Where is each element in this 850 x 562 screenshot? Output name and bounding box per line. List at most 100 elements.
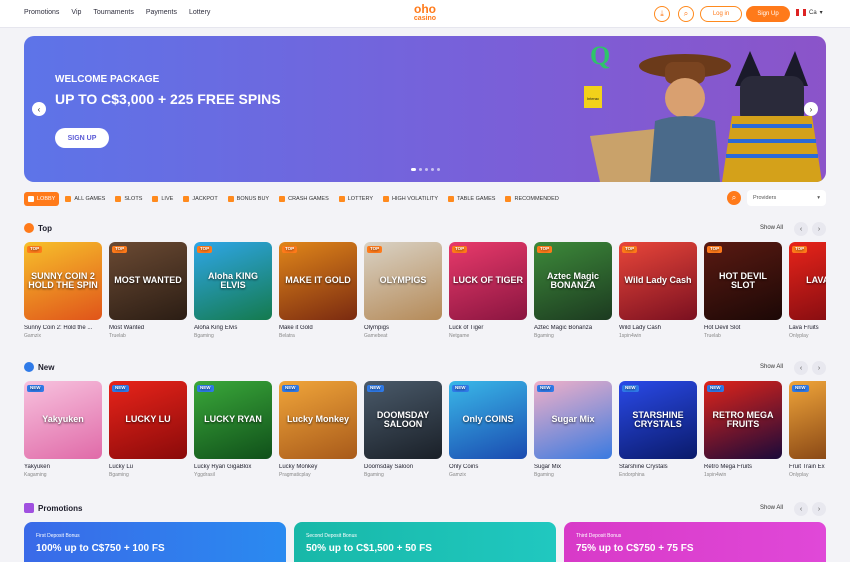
language-selector[interactable]: Ca ▾ (796, 9, 823, 16)
tab-all-games[interactable]: ALL GAMES (61, 192, 109, 206)
next-arrow[interactable]: › (812, 361, 826, 375)
game-thumbnail[interactable]: MOST WANTED TOP (109, 242, 187, 320)
game-thumbnail[interactable]: LAVA FRU TOP (789, 242, 826, 320)
prev-arrow[interactable]: ‹ (794, 222, 808, 236)
game-card[interactable]: LUCKY RYAN NEW Lucky Ryan GigaBlox Yggdrasi… (194, 381, 272, 478)
show-all-link[interactable]: Show All (760, 225, 783, 231)
game-name[interactable]: Olympigs (364, 325, 442, 331)
game-name[interactable]: Fruit Train Ex (789, 464, 826, 470)
providers-select[interactable]: Providers ▾ (747, 190, 826, 206)
game-card[interactable]: Lucky Monkey NEW Lucky Monkey Pragmaticplay (279, 381, 357, 478)
game-search-button[interactable]: ⌕ (727, 191, 741, 205)
tab-lottery[interactable]: LOTTERY (335, 192, 377, 206)
show-all-link[interactable]: Show All (760, 364, 783, 370)
game-name[interactable]: Most Wanted (109, 325, 187, 331)
tab-jackpot[interactable]: JACKPOT (179, 192, 221, 206)
game-card[interactable]: MAKE IT GOLD TOP Make it Gold Belatra (279, 242, 357, 339)
hero-dot[interactable] (419, 168, 422, 171)
game-card[interactable]: LAVA FRU TOP Lava Fruits Onlyplay (789, 242, 826, 339)
prev-arrow[interactable]: ‹ (794, 502, 808, 516)
game-thumbnail[interactable]: RETRO MEGA FRUITS NEW (704, 381, 782, 459)
hero-signup-button[interactable]: SIGN UP (55, 128, 109, 148)
hero-banner[interactable]: WELCOME PACKAGE UP TO C$3,000 + 225 FREE… (24, 36, 826, 182)
hero-dot[interactable] (431, 168, 434, 171)
tab-high-volatility[interactable]: HIGH VOLATILITY (379, 192, 442, 206)
tab-lobby[interactable]: LOBBY (24, 192, 60, 206)
hero-dot[interactable] (411, 168, 416, 171)
game-name[interactable]: Lucky Ryan GigaBlox (194, 464, 272, 470)
tab-slots[interactable]: SLOTS (111, 192, 146, 206)
game-thumbnail[interactable]: Sugar Mix NEW (534, 381, 612, 459)
login-button[interactable]: Log in (700, 6, 742, 22)
show-all-link[interactable]: Show All (760, 505, 783, 511)
download-icon[interactable]: ⤓ (654, 6, 670, 22)
hero-dot[interactable] (437, 168, 440, 171)
nav-lottery[interactable]: Lottery (189, 9, 210, 16)
game-thumbnail[interactable]: Only COINS NEW (449, 381, 527, 459)
game-thumbnail[interactable]: SUNNY COIN 2 HOLD THE SPIN TOP (24, 242, 102, 320)
nav-tournaments[interactable]: Tournaments (93, 9, 133, 16)
game-name[interactable]: Sugar Mix (534, 464, 612, 470)
next-arrow[interactable]: › (812, 502, 826, 516)
game-name[interactable]: Luck of Tiger (449, 325, 527, 331)
tab-bonus-buy[interactable]: BONUS BUY (224, 192, 273, 206)
game-name[interactable]: Retro Mega Fruits (704, 464, 782, 470)
game-name[interactable]: Sunny Coin 2: Hold the ... (24, 325, 102, 331)
nav-promotions[interactable]: Promotions (24, 9, 59, 16)
signup-button[interactable]: Sign Up (746, 6, 790, 22)
game-thumbnail[interactable]: STARSHINE CRYSTALS NEW (619, 381, 697, 459)
nav-vip[interactable]: Vip (71, 9, 81, 16)
game-card[interactable]: SUNNY COIN 2 HOLD THE SPIN TOP Sunny Coin … (24, 242, 102, 339)
next-arrow[interactable]: › (812, 222, 826, 236)
promo-card-second-deposit[interactable]: Second Deposit Bonus 50% up to C$1,500 +… (294, 522, 556, 562)
promo-card-first-deposit[interactable]: First Deposit Bonus 100% up to C$750 + 1… (24, 522, 286, 562)
game-card[interactable]: Yakyuken NEW Yakyuken Kagaming (24, 381, 102, 478)
hero-prev-arrow[interactable]: ‹ (32, 102, 46, 116)
game-card[interactable]: HOT DEVIL SLOT TOP Hot Devil Slot Truelab (704, 242, 782, 339)
game-thumbnail[interactable]: LUCK OF TIGER TOP (449, 242, 527, 320)
game-card[interactable]: NEW Fruit Train Ex Onlyplay (789, 381, 826, 478)
game-card[interactable]: OLYMPIGS TOP Olympigs Gamebeat (364, 242, 442, 339)
game-name[interactable]: Only Coins (449, 464, 527, 470)
game-thumbnail[interactable]: NEW (789, 381, 826, 459)
game-thumbnail[interactable]: LUCKY RYAN NEW (194, 381, 272, 459)
game-card[interactable]: STARSHINE CRYSTALS NEW Starshine Crystals E… (619, 381, 697, 478)
tab-table-games[interactable]: TABLE GAMES (444, 192, 499, 206)
game-name[interactable]: Lucky Lu (109, 464, 187, 470)
game-card[interactable]: DOOMSDAY SALOON NEW Doomsday Saloon Bgaming (364, 381, 442, 478)
game-thumbnail[interactable]: Lucky Monkey NEW (279, 381, 357, 459)
game-thumbnail[interactable]: DOOMSDAY SALOON NEW (364, 381, 442, 459)
prev-arrow[interactable]: ‹ (794, 361, 808, 375)
hero-dot[interactable] (425, 168, 428, 171)
game-card[interactable]: Only COINS NEW Only Coins Gamzix (449, 381, 527, 478)
game-thumbnail[interactable]: MAKE IT GOLD TOP (279, 242, 357, 320)
game-card[interactable]: Wild Lady Cash TOP Wild Lady Cash 1spin4win (619, 242, 697, 339)
game-name[interactable]: Yakyuken (24, 464, 102, 470)
game-thumbnail[interactable]: Aloha KING ELVIS TOP (194, 242, 272, 320)
game-card[interactable]: Sugar Mix NEW Sugar Mix Bgaming (534, 381, 612, 478)
game-card[interactable]: MOST WANTED TOP Most Wanted Truelab (109, 242, 187, 339)
promo-card-third-deposit[interactable]: Third Deposit Bonus 75% up to C$750 + 75… (564, 522, 826, 562)
logo[interactable]: oho casino (404, 3, 446, 25)
search-icon[interactable]: ⌕ (678, 6, 694, 22)
game-name[interactable]: Aztec Magic Bonanza (534, 325, 612, 331)
game-name[interactable]: Starshine Crystals (619, 464, 697, 470)
game-name[interactable]: Make it Gold (279, 325, 357, 331)
nav-payments[interactable]: Payments (146, 9, 177, 16)
game-thumbnail[interactable]: HOT DEVIL SLOT TOP (704, 242, 782, 320)
game-thumbnail[interactable]: Yakyuken NEW (24, 381, 102, 459)
game-card[interactable]: Aztec Magic BONANZA TOP Aztec Magic Bonanz… (534, 242, 612, 339)
game-name[interactable]: Wild Lady Cash (619, 325, 697, 331)
game-thumbnail[interactable]: Aztec Magic BONANZA TOP (534, 242, 612, 320)
game-name[interactable]: Aloha King Elvis (194, 325, 272, 331)
tab-live[interactable]: LIVE (148, 192, 177, 206)
game-card[interactable]: RETRO MEGA FRUITS NEW Retro Mega Fruits 1sp… (704, 381, 782, 478)
game-thumbnail[interactable]: Wild Lady Cash TOP (619, 242, 697, 320)
tab-crash-games[interactable]: CRASH GAMES (275, 192, 333, 206)
game-card[interactable]: LUCKY LU NEW Lucky Lu Bgaming (109, 381, 187, 478)
tab-recommended[interactable]: RECOMMENDED (501, 192, 562, 206)
game-thumbnail[interactable]: LUCKY LU NEW (109, 381, 187, 459)
game-name[interactable]: Hot Devil Slot (704, 325, 782, 331)
hero-next-arrow[interactable]: › (804, 102, 818, 116)
game-name[interactable]: Doomsday Saloon (364, 464, 442, 470)
